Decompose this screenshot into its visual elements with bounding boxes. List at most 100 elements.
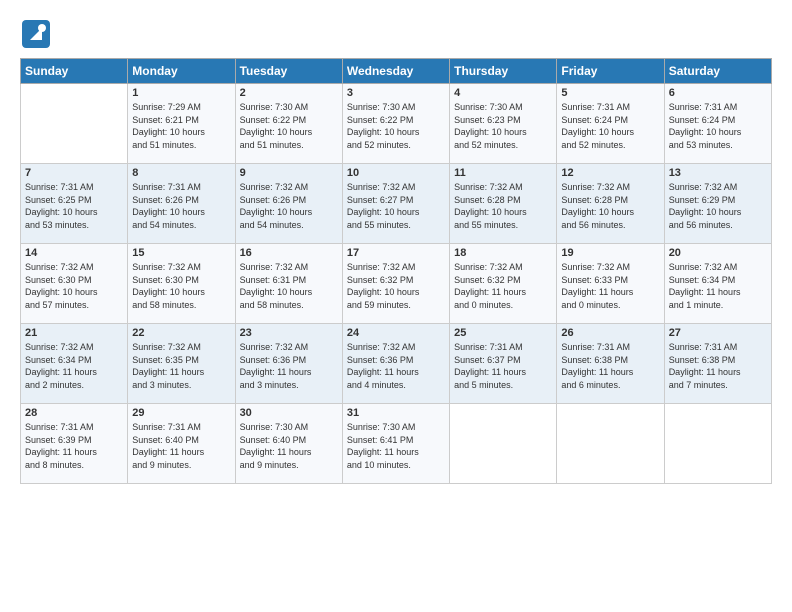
- day-info: Sunrise: 7:31 AM Sunset: 6:39 PM Dayligh…: [25, 421, 123, 471]
- calendar-cell: 7 Sunrise: 7:31 AM Sunset: 6:25 PM Daylig…: [21, 164, 128, 244]
- col-header-saturday: Saturday: [664, 59, 771, 84]
- day-number: 5: [561, 87, 659, 99]
- calendar-cell: 20 Sunrise: 7:32 AM Sunset: 6:34 PM Dayli…: [664, 244, 771, 324]
- calendar-cell: 6 Sunrise: 7:31 AM Sunset: 6:24 PM Daylig…: [664, 84, 771, 164]
- calendar-cell: 22 Sunrise: 7:32 AM Sunset: 6:35 PM Dayli…: [128, 324, 235, 404]
- day-info: Sunrise: 7:32 AM Sunset: 6:26 PM Dayligh…: [240, 181, 338, 231]
- logo: [20, 18, 56, 50]
- calendar-cell: 30 Sunrise: 7:30 AM Sunset: 6:40 PM Dayli…: [235, 404, 342, 484]
- day-info: Sunrise: 7:32 AM Sunset: 6:28 PM Dayligh…: [454, 181, 552, 231]
- week-row-4: 21Sunrise: 7:32 AM Sunset: 6:34 PM Dayli…: [21, 324, 772, 404]
- calendar-cell: 16 Sunrise: 7:32 AM Sunset: 6:31 PM Dayli…: [235, 244, 342, 324]
- day-number: 17: [347, 247, 445, 259]
- day-number: 23: [240, 327, 338, 339]
- day-info: Sunrise: 7:32 AM Sunset: 6:32 PM Dayligh…: [454, 261, 552, 311]
- day-number: 30: [240, 407, 338, 419]
- calendar-table: SundayMondayTuesdayWednesdayThursdayFrid…: [20, 58, 772, 484]
- day-number: 6: [669, 87, 767, 99]
- day-number: 12: [561, 167, 659, 179]
- calendar-cell: [21, 84, 128, 164]
- calendar-cell: 23 Sunrise: 7:32 AM Sunset: 6:36 PM Dayli…: [235, 324, 342, 404]
- day-info: Sunrise: 7:32 AM Sunset: 6:33 PM Dayligh…: [561, 261, 659, 311]
- day-number: 28: [25, 407, 123, 419]
- calendar-cell: 25Sunrise: 7:31 AM Sunset: 6:37 PM Dayli…: [450, 324, 557, 404]
- day-info: Sunrise: 7:31 AM Sunset: 6:25 PM Dayligh…: [25, 181, 123, 231]
- day-number: 20: [669, 247, 767, 259]
- day-info: Sunrise: 7:30 AM Sunset: 6:22 PM Dayligh…: [240, 101, 338, 151]
- day-number: 31: [347, 407, 445, 419]
- calendar-cell: 9 Sunrise: 7:32 AM Sunset: 6:26 PM Daylig…: [235, 164, 342, 244]
- day-number: 4: [454, 87, 552, 99]
- calendar-cell: 28 Sunrise: 7:31 AM Sunset: 6:39 PM Dayli…: [21, 404, 128, 484]
- day-number: 14: [25, 247, 123, 259]
- day-number: 25: [454, 327, 552, 339]
- day-number: 24: [347, 327, 445, 339]
- day-info: Sunrise: 7:32 AM Sunset: 6:30 PM Dayligh…: [132, 261, 230, 311]
- calendar-cell: 5 Sunrise: 7:31 AM Sunset: 6:24 PM Daylig…: [557, 84, 664, 164]
- calendar-cell: 3 Sunrise: 7:30 AM Sunset: 6:22 PM Daylig…: [342, 84, 449, 164]
- day-info: Sunrise: 7:31 AM Sunset: 6:38 PM Dayligh…: [561, 341, 659, 391]
- day-number: 15: [132, 247, 230, 259]
- calendar-cell: 14 Sunrise: 7:32 AM Sunset: 6:30 PM Dayli…: [21, 244, 128, 324]
- day-info: Sunrise: 7:30 AM Sunset: 6:40 PM Dayligh…: [240, 421, 338, 471]
- calendar-cell: 18 Sunrise: 7:32 AM Sunset: 6:32 PM Dayli…: [450, 244, 557, 324]
- calendar-cell: 4 Sunrise: 7:30 AM Sunset: 6:23 PM Daylig…: [450, 84, 557, 164]
- day-number: 22: [132, 327, 230, 339]
- week-row-3: 14 Sunrise: 7:32 AM Sunset: 6:30 PM Dayli…: [21, 244, 772, 324]
- day-number: 8: [132, 167, 230, 179]
- calendar-cell: [450, 404, 557, 484]
- day-info: Sunrise: 7:32 AM Sunset: 6:35 PM Dayligh…: [132, 341, 230, 391]
- day-info: Sunrise: 7:31 AM Sunset: 6:40 PM Dayligh…: [132, 421, 230, 471]
- day-info: Sunrise: 7:31 AM Sunset: 6:24 PM Dayligh…: [669, 101, 767, 151]
- calendar-cell: 17 Sunrise: 7:32 AM Sunset: 6:32 PM Dayli…: [342, 244, 449, 324]
- day-number: 18: [454, 247, 552, 259]
- day-info: Sunrise: 7:32 AM Sunset: 6:36 PM Dayligh…: [347, 341, 445, 391]
- calendar-cell: 21Sunrise: 7:32 AM Sunset: 6:34 PM Dayli…: [21, 324, 128, 404]
- calendar-cell: 27 Sunrise: 7:31 AM Sunset: 6:38 PM Dayli…: [664, 324, 771, 404]
- calendar-cell: 11Sunrise: 7:32 AM Sunset: 6:28 PM Dayli…: [450, 164, 557, 244]
- day-info: Sunrise: 7:32 AM Sunset: 6:34 PM Dayligh…: [669, 261, 767, 311]
- day-number: 13: [669, 167, 767, 179]
- col-header-friday: Friday: [557, 59, 664, 84]
- calendar-cell: 19Sunrise: 7:32 AM Sunset: 6:33 PM Dayli…: [557, 244, 664, 324]
- week-row-5: 28 Sunrise: 7:31 AM Sunset: 6:39 PM Dayli…: [21, 404, 772, 484]
- col-header-tuesday: Tuesday: [235, 59, 342, 84]
- col-header-thursday: Thursday: [450, 59, 557, 84]
- page: SundayMondayTuesdayWednesdayThursdayFrid…: [0, 0, 792, 494]
- day-number: 7: [25, 167, 123, 179]
- day-info: Sunrise: 7:32 AM Sunset: 6:29 PM Dayligh…: [669, 181, 767, 231]
- day-info: Sunrise: 7:31 AM Sunset: 6:26 PM Dayligh…: [132, 181, 230, 231]
- header: [20, 18, 772, 50]
- day-info: Sunrise: 7:30 AM Sunset: 6:22 PM Dayligh…: [347, 101, 445, 151]
- day-info: Sunrise: 7:31 AM Sunset: 6:24 PM Dayligh…: [561, 101, 659, 151]
- day-info: Sunrise: 7:31 AM Sunset: 6:38 PM Dayligh…: [669, 341, 767, 391]
- day-info: Sunrise: 7:32 AM Sunset: 6:32 PM Dayligh…: [347, 261, 445, 311]
- day-info: Sunrise: 7:32 AM Sunset: 6:34 PM Dayligh…: [25, 341, 123, 391]
- calendar-cell: 24 Sunrise: 7:32 AM Sunset: 6:36 PM Dayli…: [342, 324, 449, 404]
- day-number: 16: [240, 247, 338, 259]
- week-row-2: 7 Sunrise: 7:31 AM Sunset: 6:25 PM Daylig…: [21, 164, 772, 244]
- day-number: 29: [132, 407, 230, 419]
- day-number: 10: [347, 167, 445, 179]
- calendar-cell: 1 Sunrise: 7:29 AM Sunset: 6:21 PM Daylig…: [128, 84, 235, 164]
- day-info: Sunrise: 7:32 AM Sunset: 6:36 PM Dayligh…: [240, 341, 338, 391]
- day-info: Sunrise: 7:29 AM Sunset: 6:21 PM Dayligh…: [132, 101, 230, 151]
- day-info: Sunrise: 7:32 AM Sunset: 6:27 PM Dayligh…: [347, 181, 445, 231]
- calendar-cell: 29 Sunrise: 7:31 AM Sunset: 6:40 PM Dayli…: [128, 404, 235, 484]
- logo-icon: [20, 18, 52, 50]
- day-info: Sunrise: 7:32 AM Sunset: 6:31 PM Dayligh…: [240, 261, 338, 311]
- calendar-cell: 13 Sunrise: 7:32 AM Sunset: 6:29 PM Dayli…: [664, 164, 771, 244]
- day-number: 9: [240, 167, 338, 179]
- day-info: Sunrise: 7:32 AM Sunset: 6:30 PM Dayligh…: [25, 261, 123, 311]
- day-number: 3: [347, 87, 445, 99]
- col-header-wednesday: Wednesday: [342, 59, 449, 84]
- calendar-cell: 15 Sunrise: 7:32 AM Sunset: 6:30 PM Dayli…: [128, 244, 235, 324]
- day-info: Sunrise: 7:30 AM Sunset: 6:23 PM Dayligh…: [454, 101, 552, 151]
- col-header-sunday: Sunday: [21, 59, 128, 84]
- calendar-cell: 10 Sunrise: 7:32 AM Sunset: 6:27 PM Dayli…: [342, 164, 449, 244]
- day-number: 1: [132, 87, 230, 99]
- col-header-monday: Monday: [128, 59, 235, 84]
- day-info: Sunrise: 7:30 AM Sunset: 6:41 PM Dayligh…: [347, 421, 445, 471]
- day-number: 26: [561, 327, 659, 339]
- day-number: 27: [669, 327, 767, 339]
